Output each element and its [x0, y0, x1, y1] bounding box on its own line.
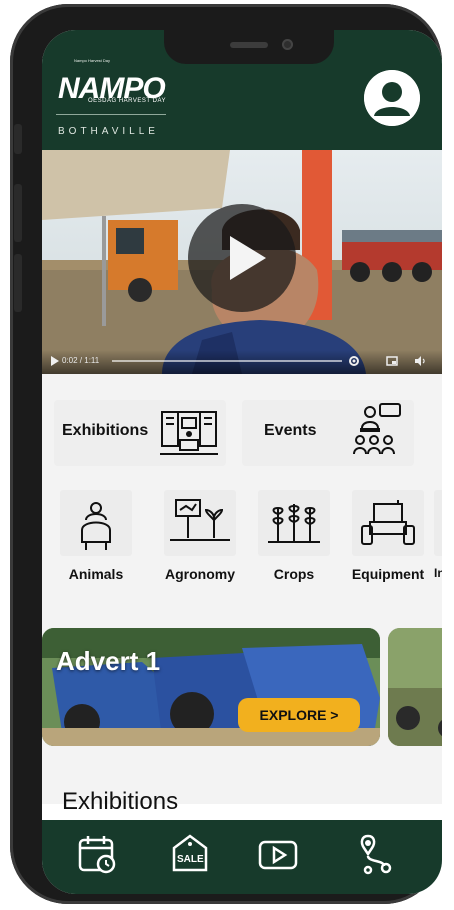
- video-controls: [42, 350, 442, 374]
- tractor-icon: [352, 490, 424, 556]
- sale-label: SALE: [177, 854, 204, 865]
- play-icon: [230, 236, 266, 280]
- category-agronomy[interactable]: Agronomy: [158, 490, 242, 582]
- volume-icon[interactable]: [414, 355, 426, 367]
- advert-banner-next[interactable]: [388, 628, 442, 746]
- speaker: [230, 42, 268, 48]
- category-partial-label: Infr: [434, 566, 442, 580]
- video-time: 0:02 / 1:11: [62, 356, 100, 365]
- agronomy-sign-plant-icon: [164, 490, 236, 556]
- exhibitions-card-label: Exhibitions: [62, 422, 149, 439]
- category-animals-label: Animals: [68, 566, 124, 582]
- advert-next-image: [388, 628, 442, 746]
- explore-button[interactable]: EXPLORE >: [238, 698, 360, 732]
- category-equipment[interactable]: Equipment: [346, 490, 430, 582]
- app-screen: Nampo Harvest Day NAMPO OESDAG HARVEST D…: [42, 30, 442, 894]
- exhibition-booth-icon: [160, 411, 218, 455]
- user-icon: [364, 70, 420, 126]
- events-card-label: Events: [264, 422, 317, 439]
- category-partial[interactable]: Infr: [434, 490, 442, 580]
- category-partial-box: [434, 490, 442, 556]
- presentation-audience-icon: [353, 403, 401, 455]
- mute-switch: [14, 124, 22, 154]
- advert-banner[interactable]: Advert 1 EXPLORE >: [42, 628, 380, 746]
- front-camera: [282, 39, 293, 50]
- category-agronomy-label: Agronomy: [165, 566, 235, 582]
- logo-location: BOTHAVILLE: [58, 126, 159, 137]
- category-crops[interactable]: Crops: [252, 490, 336, 582]
- category-equipment-label: Equipment: [351, 566, 425, 582]
- crops-icon: [258, 490, 330, 556]
- video-play-icon: [258, 840, 298, 870]
- category-animals[interactable]: Animals: [54, 490, 138, 582]
- volume-down-button: [14, 254, 22, 312]
- category-crops-label: Crops: [273, 566, 315, 582]
- livestock-icon: [60, 490, 132, 556]
- nav-videos[interactable]: [256, 832, 300, 876]
- phone-frame: Nampo Harvest Day NAMPO OESDAG HARVEST D…: [10, 4, 442, 904]
- nav-sale[interactable]: SALE: [168, 832, 212, 876]
- advert-title: Advert 1: [56, 646, 161, 676]
- nav-map[interactable]: [354, 832, 398, 876]
- logo-subtitle: OESDAG HARVEST DAY: [88, 98, 167, 104]
- events-card[interactable]: Events: [242, 400, 414, 466]
- nav-calendar[interactable]: [76, 832, 120, 876]
- play-button[interactable]: [188, 204, 296, 312]
- route-map-icon: [360, 834, 392, 875]
- picture-in-picture-icon[interactable]: [386, 355, 398, 367]
- exhibitions-heading: Exhibitions: [62, 788, 179, 815]
- bottom-navigation: SALE: [42, 820, 442, 894]
- calendar-clock-icon: [78, 836, 116, 874]
- exhibitions-card[interactable]: Exhibitions: [54, 400, 226, 466]
- notch: [164, 30, 334, 64]
- volume-up-button: [14, 184, 22, 242]
- play-small-icon[interactable]: [50, 355, 60, 367]
- profile-avatar-button[interactable]: [364, 70, 420, 126]
- logo-tagline: Nampo Harvest Day: [74, 58, 111, 63]
- logo-divider: [56, 114, 166, 115]
- video-progress-bar[interactable]: [112, 360, 342, 362]
- settings-gear-icon[interactable]: [348, 355, 360, 367]
- video-player[interactable]: 0:02 / 1:11: [42, 150, 442, 374]
